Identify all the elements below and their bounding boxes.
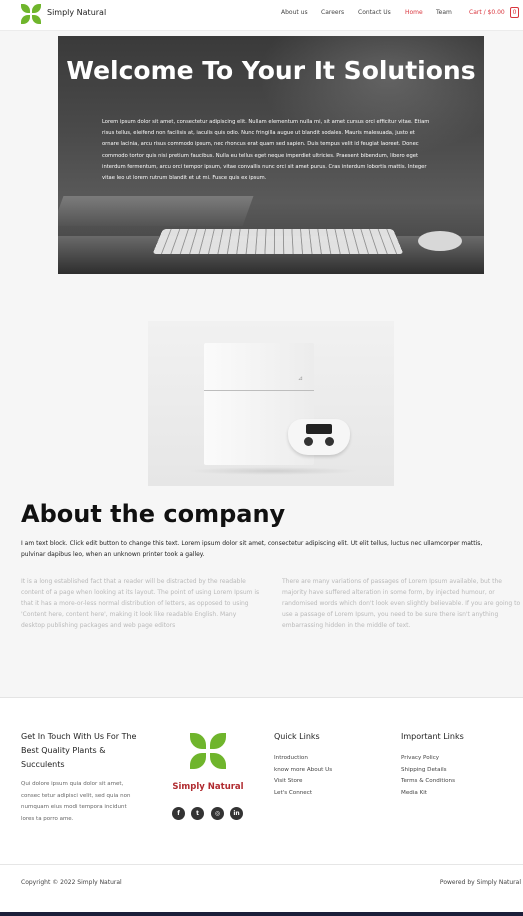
footer-bottom-bar — [0, 865, 523, 912]
about-column-right: There are many variations of passages of… — [282, 578, 521, 629]
instagram-icon[interactable]: ◎ — [211, 807, 224, 820]
site-title[interactable]: Simply Natural — [47, 8, 106, 17]
game-controller-image — [288, 419, 350, 455]
hero-keyboard-image — [152, 229, 404, 254]
facebook-icon[interactable]: f — [172, 807, 185, 820]
console-divider — [204, 390, 314, 391]
footer-contact-heading: Get In Touch With Us For The Best Qualit… — [21, 732, 137, 769]
hero-laptop-image — [58, 196, 254, 226]
nav-team[interactable]: Team — [436, 9, 452, 16]
about-text: I am text block. Click edit button to ch… — [21, 540, 483, 558]
nav-contact-us[interactable]: Contact Us — [358, 9, 391, 16]
quick-link-about-us[interactable]: know more About Us — [274, 767, 332, 773]
linkedin-icon[interactable]: in — [230, 807, 243, 820]
footer-leaf-logo-icon — [190, 733, 226, 769]
nav-careers[interactable]: Careers — [321, 9, 344, 16]
hero-banner: Welcome To Your It Solutions Lorem ipsum… — [58, 36, 484, 274]
quick-link-introduction[interactable]: Introduction — [274, 755, 308, 761]
important-link-privacy-policy[interactable]: Privacy Policy — [401, 755, 439, 761]
important-link-shipping-details[interactable]: Shipping Details — [401, 767, 447, 773]
site-header: Simply Natural About us Careers Contact … — [0, 0, 523, 31]
important-link-terms[interactable]: Terms & Conditions — [401, 778, 455, 784]
important-links-heading: Important Links — [401, 732, 464, 741]
page-bottom-edge — [0, 912, 523, 916]
product-shadow — [188, 467, 358, 475]
copyright-text: Copyright © 2022 Simply Natural — [21, 879, 122, 886]
nav-home[interactable]: Home — [405, 9, 423, 16]
hero-text: Lorem ipsum dolor sit amet, consectetur … — [102, 119, 430, 182]
nav-about-us[interactable]: About us — [281, 9, 308, 16]
about-title: About the company — [21, 500, 286, 528]
footer-brand-name: Simply Natural — [172, 782, 244, 792]
hero-title: Welcome To Your It Solutions — [66, 56, 476, 85]
console-product-image: ⊿ — [148, 321, 394, 486]
about-column-left: It is a long established fact that a rea… — [21, 578, 260, 629]
footer-contact-text: Qui dolore ipsum quia dolor sit amet, co… — [21, 781, 131, 822]
important-link-media-kit[interactable]: Media Kit — [401, 790, 427, 796]
quick-link-lets-connect[interactable]: Let's Connect — [274, 790, 312, 796]
quick-links-heading: Quick Links — [274, 732, 320, 741]
cart-link[interactable]: Cart / $0.00 — [469, 9, 505, 16]
quick-link-visit-store[interactable]: Visit Store — [274, 778, 302, 784]
cart-bag-icon[interactable]: 0 — [510, 7, 519, 18]
powered-by-text: Powered by Simply Natural — [439, 879, 521, 886]
leaf-logo-icon[interactable] — [21, 4, 41, 24]
console-logo-icon: ⊿ — [298, 375, 304, 382]
hero-mouse-image — [418, 231, 462, 251]
twitter-icon[interactable]: t — [191, 807, 204, 820]
